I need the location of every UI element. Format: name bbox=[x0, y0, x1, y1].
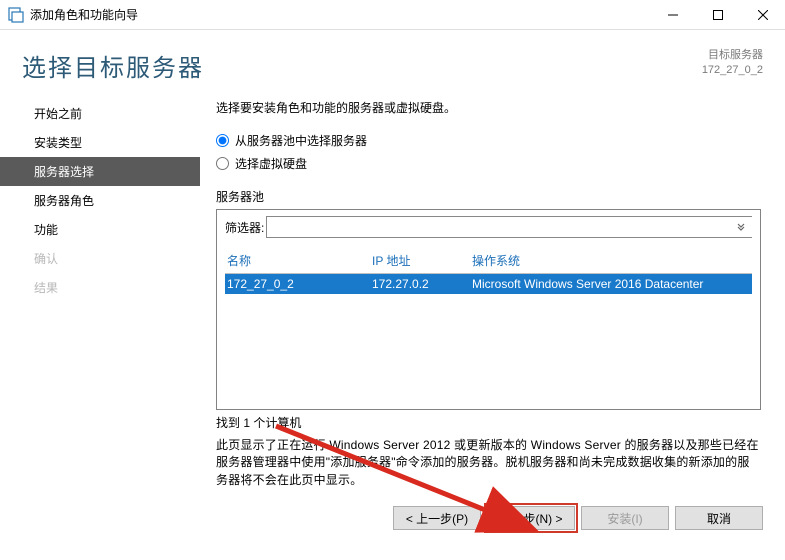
maximize-button[interactable] bbox=[695, 0, 740, 30]
filter-dropdown-icon[interactable] bbox=[730, 217, 752, 237]
radio-from-pool-label: 从服务器池中选择服务器 bbox=[235, 132, 367, 149]
next-button[interactable]: 下一步(N) > bbox=[487, 506, 575, 530]
wizard-sidebar: 开始之前 安装类型 服务器选择 服务器角色 功能 确认 结果 bbox=[0, 95, 200, 495]
sidebar-item-before[interactable]: 开始之前 bbox=[0, 99, 200, 128]
destination-label: 目标服务器 bbox=[702, 48, 763, 63]
page-title: 选择目标服务器 bbox=[22, 48, 702, 83]
filter-label: 筛选器: bbox=[225, 219, 264, 236]
close-button[interactable] bbox=[740, 0, 785, 30]
sidebar-item-server-selection[interactable]: 服务器选择 bbox=[0, 157, 200, 186]
radio-vhd-label: 选择虚拟硬盘 bbox=[235, 155, 307, 172]
install-button: 安装(I) bbox=[581, 506, 669, 530]
radio-from-pool-input[interactable] bbox=[216, 134, 229, 147]
window-title: 添加角色和功能向导 bbox=[30, 6, 650, 23]
table-header: 名称 IP 地址 操作系统 bbox=[225, 248, 752, 273]
cell-ip: 172.27.0.2 bbox=[372, 277, 472, 291]
column-header-name[interactable]: 名称 bbox=[227, 252, 372, 269]
destination-value: 172_27_0_2 bbox=[702, 63, 763, 78]
cell-name: 172_27_0_2 bbox=[227, 277, 372, 291]
instruction-text: 选择要安装角色和功能的服务器或虚拟硬盘。 bbox=[216, 99, 761, 116]
previous-button[interactable]: < 上一步(P) bbox=[393, 506, 481, 530]
sidebar-item-confirm: 确认 bbox=[0, 244, 200, 273]
radio-vhd-input[interactable] bbox=[216, 157, 229, 170]
explanation-text: 此页显示了正在运行 Windows Server 2012 或更新版本的 Win… bbox=[216, 437, 761, 489]
column-header-ip[interactable]: IP 地址 bbox=[372, 252, 472, 269]
cancel-button[interactable]: 取消 bbox=[675, 506, 763, 530]
column-header-os[interactable]: 操作系统 bbox=[472, 252, 750, 269]
titlebar: 添加角色和功能向导 bbox=[0, 0, 785, 30]
sidebar-item-install-type[interactable]: 安装类型 bbox=[0, 128, 200, 157]
destination-info: 目标服务器 172_27_0_2 bbox=[702, 48, 763, 79]
server-pool-label: 服务器池 bbox=[216, 188, 761, 205]
minimize-button[interactable] bbox=[650, 0, 695, 30]
radio-from-pool[interactable]: 从服务器池中选择服务器 bbox=[216, 132, 761, 149]
server-pool-box: 筛选器: 名称 IP 地址 操作系统 172_27_0_2 172.27.0.2… bbox=[216, 209, 761, 410]
sidebar-item-results: 结果 bbox=[0, 273, 200, 302]
sidebar-item-server-roles[interactable]: 服务器角色 bbox=[0, 186, 200, 215]
filter-row: 筛选器: bbox=[225, 216, 752, 238]
filter-input[interactable] bbox=[267, 217, 730, 237]
server-manager-icon bbox=[8, 7, 24, 23]
table-row[interactable]: 172_27_0_2 172.27.0.2 Microsoft Windows … bbox=[225, 274, 752, 294]
cell-os: Microsoft Windows Server 2016 Datacenter bbox=[472, 277, 750, 291]
sidebar-item-features[interactable]: 功能 bbox=[0, 215, 200, 244]
wizard-content: 选择要安装角色和功能的服务器或虚拟硬盘。 从服务器池中选择服务器 选择虚拟硬盘 … bbox=[200, 95, 785, 495]
wizard-footer: < 上一步(P) 下一步(N) > 安装(I) 取消 bbox=[0, 495, 785, 541]
radio-vhd[interactable]: 选择虚拟硬盘 bbox=[216, 155, 761, 172]
found-count: 找到 1 个计算机 bbox=[216, 414, 761, 431]
server-table-body: 172_27_0_2 172.27.0.2 Microsoft Windows … bbox=[225, 273, 752, 403]
